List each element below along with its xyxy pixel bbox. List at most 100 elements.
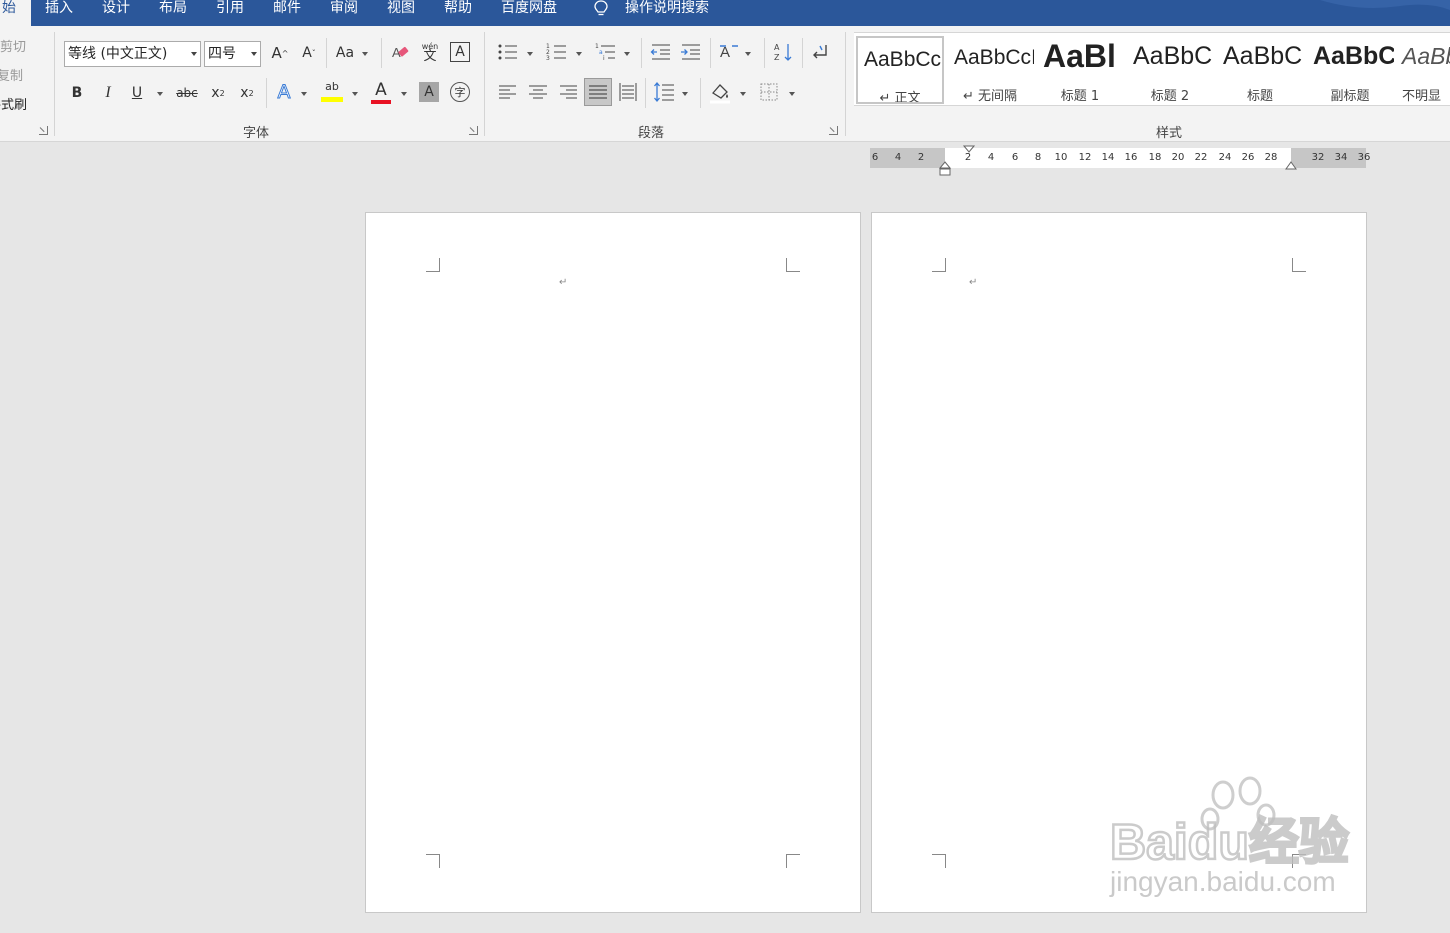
margin-corner-mark — [426, 258, 440, 272]
underline-button[interactable]: U — [128, 82, 146, 104]
style-title[interactable]: AaBbC 标题 — [1216, 36, 1304, 104]
styles-group-label: 样式 — [1156, 126, 1183, 141]
format-painter-button[interactable]: 格式刷 — [0, 94, 27, 113]
text-effects-button[interactable]: A — [273, 80, 295, 104]
style-heading-1[interactable]: AaBl 标题 1 — [1036, 36, 1124, 104]
clear-formatting-icon[interactable]: A — [390, 42, 412, 64]
character-border-button[interactable]: A — [450, 42, 470, 62]
justify-button[interactable] — [584, 78, 612, 106]
chevron-down-icon[interactable] — [745, 52, 751, 56]
decrease-indent-icon[interactable] — [650, 42, 672, 62]
grow-font-button[interactable]: A ^ — [270, 41, 290, 65]
character-shading-button[interactable]: A — [419, 82, 439, 102]
tab-layout[interactable]: 布局 — [159, 0, 187, 26]
enclose-characters-button[interactable]: 字 — [450, 82, 470, 102]
ruler-tick: 4 — [987, 152, 995, 163]
chevron-down-icon — [191, 52, 197, 56]
superscript-button[interactable]: x2 — [236, 82, 258, 104]
grow-font-icon: A — [271, 44, 282, 62]
italic-button[interactable]: I — [99, 82, 117, 104]
margin-corner-mark — [786, 854, 800, 868]
font-color-icon: A — [375, 80, 387, 100]
chevron-down-icon[interactable] — [682, 92, 688, 96]
ruler-tick: 6 — [871, 152, 879, 163]
paragraph-dialog-launcher[interactable] — [829, 126, 838, 135]
chevron-down-icon[interactable] — [789, 92, 795, 96]
font-name-combo[interactable]: 等线 (中文正文) — [64, 41, 201, 67]
style-normal[interactable]: AaBbCcI ↵ 正文 — [856, 36, 944, 104]
margin-corner-mark — [786, 258, 800, 272]
bullets-icon[interactable] — [497, 42, 521, 62]
enclose-characters-icon: 字 — [454, 86, 466, 99]
increase-indent-icon[interactable] — [680, 42, 702, 62]
tab-review[interactable]: 审阅 — [330, 0, 358, 26]
right-indent-marker-icon[interactable] — [1285, 161, 1297, 171]
phonetic-guide-button[interactable]: wén 文 — [419, 39, 441, 65]
strikethrough-button[interactable]: abc — [174, 82, 200, 104]
horizontal-ruler[interactable]: 6 4 2 2 4 6 8 10 12 14 16 18 20 22 24 26… — [870, 145, 1370, 176]
svg-text:3: 3 — [546, 55, 550, 62]
subscript-button[interactable]: x2 — [207, 82, 229, 104]
tell-me-search[interactable]: 操作说明搜索 — [625, 0, 709, 26]
tab-insert[interactable]: 插入 — [45, 0, 73, 26]
chevron-down-icon[interactable] — [352, 92, 358, 96]
tab-references[interactable]: 引用 — [216, 0, 244, 26]
text-highlight-button[interactable]: ab — [320, 80, 344, 102]
chevron-down-icon[interactable] — [527, 52, 533, 56]
shrink-font-button[interactable]: Aˇ — [299, 41, 319, 65]
style-subtle-emphasis[interactable]: AaBbC 不明显 — [1396, 36, 1450, 104]
chevron-down-icon[interactable] — [401, 92, 407, 96]
tab-home[interactable]: 始 — [0, 0, 31, 26]
align-left-icon[interactable] — [498, 83, 518, 101]
document-page-1[interactable]: ↵ — [365, 212, 861, 913]
style-sample: AaBbCcI — [864, 48, 944, 71]
font-dialog-launcher[interactable] — [469, 126, 478, 135]
chevron-down-icon[interactable] — [362, 52, 368, 56]
watermark-url: jingyan.baidu.com — [1110, 866, 1336, 897]
separator — [266, 78, 267, 108]
change-case-button[interactable]: Aa — [334, 41, 356, 65]
font-color-bar — [371, 100, 391, 104]
chevron-down-icon[interactable] — [301, 92, 307, 96]
first-line-indent-marker-icon[interactable] — [963, 145, 975, 155]
copy-button[interactable]: 复制 — [0, 65, 23, 84]
style-subtitle[interactable]: AaBbC 副标题 — [1306, 36, 1394, 104]
chinese-layout-icon[interactable]: A — [718, 41, 740, 63]
chevron-down-icon[interactable] — [576, 52, 582, 56]
style-no-spacing[interactable]: AaBbCcI ↵ 无间隔 — [946, 36, 1034, 104]
bold-button[interactable]: B — [68, 82, 86, 104]
left-indent-marker-icon[interactable] — [939, 161, 951, 177]
tab-baidu-netdisk[interactable]: 百度网盘 — [501, 0, 557, 26]
borders-icon[interactable] — [759, 82, 779, 102]
group-separator — [484, 32, 485, 136]
cut-button[interactable]: 剪切 — [0, 36, 26, 55]
align-center-icon[interactable] — [528, 83, 548, 101]
tab-view[interactable]: 视图 — [387, 0, 415, 26]
ruler-tick: 24 — [1218, 152, 1232, 163]
shading-icon[interactable] — [708, 80, 732, 104]
chevron-down-icon[interactable] — [624, 52, 630, 56]
highlight-color-bar — [321, 97, 343, 102]
multilevel-list-icon[interactable]: 1ai — [595, 42, 619, 62]
style-name: 副标题 — [1330, 89, 1370, 104]
font-size-combo[interactable]: 四号 — [204, 41, 261, 67]
chevron-down-icon[interactable] — [740, 92, 746, 96]
chevron-down-icon[interactable] — [157, 92, 163, 96]
style-name: 不明显 — [1402, 89, 1442, 104]
style-name: 标题 — [1246, 89, 1273, 104]
font-name-value: 等线 (中文正文) — [68, 46, 168, 62]
tab-help[interactable]: 帮助 — [444, 0, 472, 26]
group-separator — [845, 32, 846, 136]
font-color-button[interactable]: A — [370, 80, 392, 104]
distributed-icon[interactable] — [618, 81, 638, 103]
tab-mailings[interactable]: 邮件 — [273, 0, 301, 26]
style-heading-2[interactable]: AaBbC 标题 2 — [1126, 36, 1214, 104]
show-formatting-marks-icon[interactable] — [808, 41, 830, 63]
clipboard-dialog-launcher[interactable] — [39, 126, 48, 135]
ruler-tick: 14 — [1101, 152, 1115, 163]
align-right-icon[interactable] — [558, 83, 578, 101]
line-spacing-icon[interactable] — [653, 81, 675, 103]
numbering-icon[interactable]: 123 — [546, 42, 570, 62]
sort-icon[interactable]: AZ — [773, 41, 795, 63]
tab-design[interactable]: 设计 — [102, 0, 130, 26]
